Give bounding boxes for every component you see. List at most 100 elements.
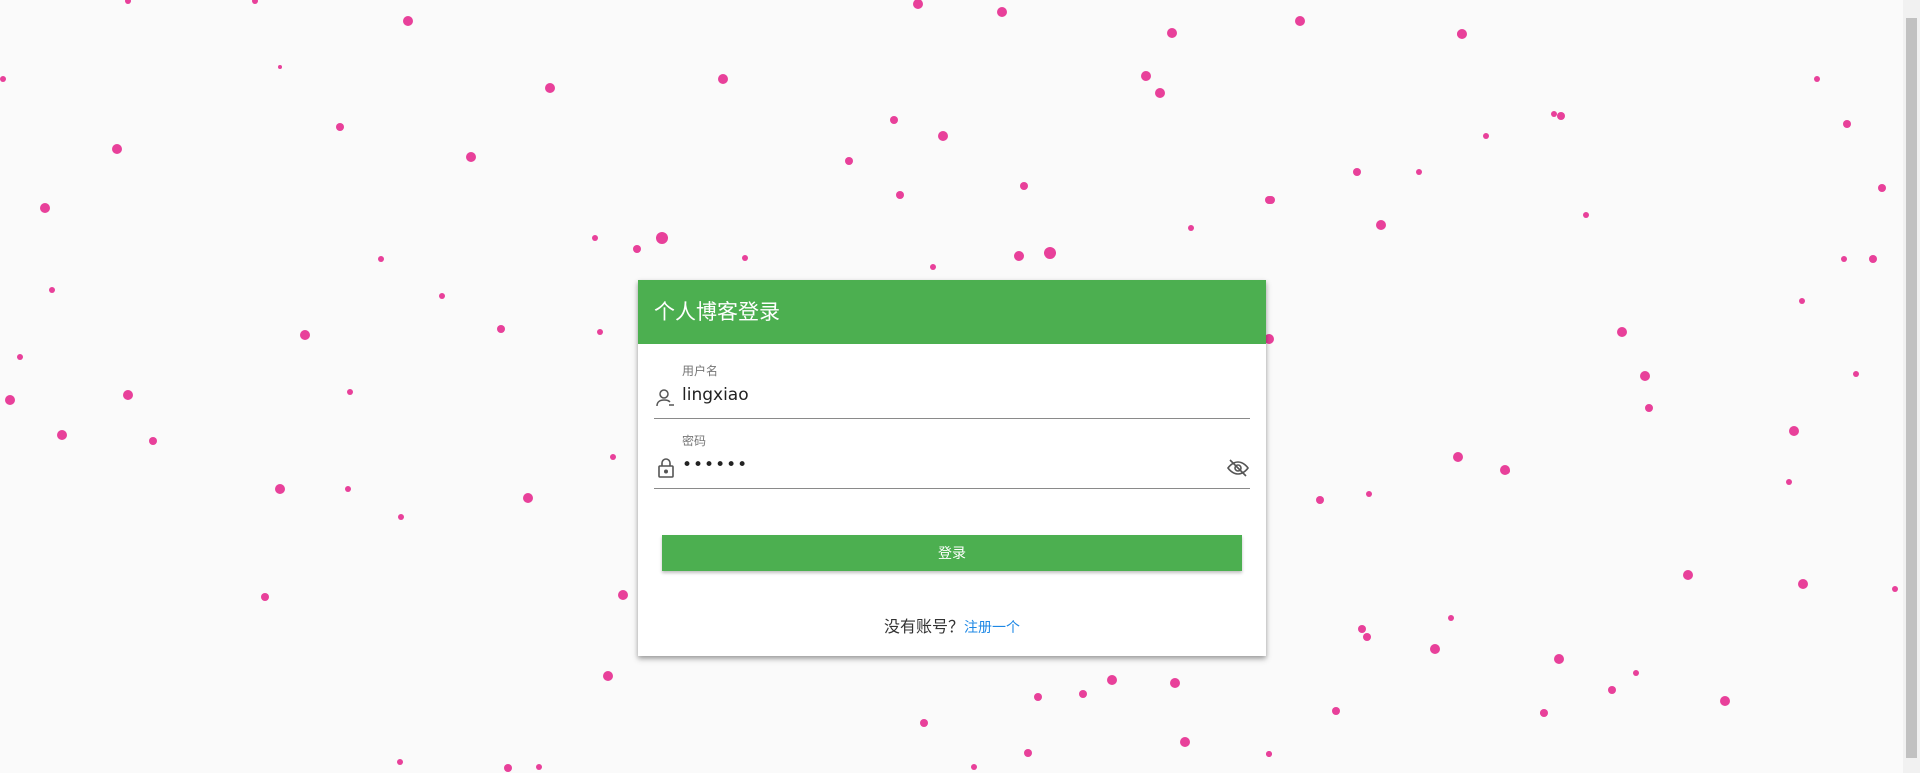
- particle-dot: [742, 255, 748, 261]
- particle-dot: [398, 514, 404, 520]
- particle-dot: [149, 437, 157, 445]
- particle-dot: [1430, 644, 1440, 654]
- particle-dot: [896, 191, 904, 199]
- particle-dot: [275, 484, 285, 494]
- particle-dot: [656, 232, 668, 244]
- username-field[interactable]: 用户名: [654, 362, 1250, 419]
- particle-dot: [466, 152, 476, 162]
- particle-dot: [930, 264, 936, 270]
- particle-dot: [1295, 16, 1305, 26]
- particle-dot: [1799, 298, 1805, 304]
- particle-dot: [1789, 426, 1799, 436]
- particle-dot: [1814, 76, 1820, 82]
- particle-dot: [1363, 633, 1371, 641]
- particle-dot: [1869, 255, 1877, 263]
- particle-dot: [545, 83, 555, 93]
- particle-dot: [123, 390, 133, 400]
- particle-dot: [1683, 570, 1693, 580]
- particle-dot: [278, 65, 282, 69]
- particle-dot: [618, 590, 628, 600]
- particle-dot: [1014, 251, 1024, 261]
- username-label: 用户名: [682, 364, 719, 378]
- no-account-text: 没有账号？: [883, 617, 964, 636]
- particle-dot: [1554, 654, 1564, 664]
- particle-dot: [1020, 182, 1028, 190]
- particle-dot: [403, 16, 413, 26]
- particle-dot: [845, 157, 853, 165]
- particle-dot: [1453, 452, 1463, 462]
- particle-dot: [1608, 686, 1616, 694]
- particle-dot: [40, 203, 50, 213]
- particle-dot: [1358, 625, 1366, 633]
- particle-dot: [261, 593, 269, 601]
- particle-dot: [1188, 225, 1194, 231]
- particle-dot: [1267, 196, 1275, 204]
- particle-dot: [1557, 112, 1565, 120]
- particle-dot: [1316, 496, 1324, 504]
- login-button[interactable]: 登录: [662, 535, 1242, 571]
- particle-dot: [1843, 120, 1851, 128]
- scrollbar-thumb[interactable]: [1906, 18, 1917, 758]
- register-row: 没有账号？注册一个: [638, 613, 1266, 637]
- particle-dot: [1892, 586, 1898, 592]
- particle-dot: [913, 0, 923, 9]
- particle-dot: [938, 131, 948, 141]
- eye-off-icon[interactable]: [1226, 456, 1250, 480]
- particle-dot: [1141, 71, 1151, 81]
- particle-dot: [523, 493, 533, 503]
- particle-dot: [971, 764, 977, 770]
- particle-dot: [57, 430, 67, 440]
- particle-dot: [603, 671, 613, 681]
- particle-dot: [592, 235, 598, 241]
- particle-dot: [1448, 615, 1454, 621]
- particle-dot: [1720, 696, 1730, 706]
- particle-dot: [49, 287, 55, 293]
- particle-dot: [1640, 371, 1650, 381]
- particle-dot: [610, 454, 616, 460]
- particle-dot: [1879, 185, 1885, 191]
- particle-dot: [112, 144, 122, 154]
- password-field[interactable]: 密码 ••••••: [654, 432, 1250, 489]
- particle-dot: [1416, 169, 1422, 175]
- particle-dot: [504, 764, 512, 772]
- scrollbar-track[interactable]: [1903, 0, 1920, 773]
- particle-dot: [1551, 111, 1557, 117]
- particle-dot: [252, 0, 258, 4]
- particle-dot: [1044, 247, 1056, 259]
- particle-dot: [1853, 371, 1859, 377]
- particle-dot: [1170, 678, 1180, 688]
- particle-dot: [1333, 708, 1339, 714]
- particle-dot: [1376, 220, 1386, 230]
- particle-dot: [1353, 168, 1361, 176]
- register-link[interactable]: 注册一个: [964, 620, 1020, 636]
- particle-dot: [1024, 749, 1032, 757]
- particle-dot: [345, 486, 351, 492]
- username-input[interactable]: [682, 385, 1202, 405]
- particle-dot: [1107, 675, 1117, 685]
- particle-dot: [1483, 133, 1489, 139]
- particle-dot: [1266, 751, 1272, 757]
- password-input[interactable]: ••••••: [682, 455, 1202, 475]
- login-title: 个人博客登录: [638, 280, 1266, 344]
- particle-dot: [1079, 690, 1087, 698]
- particle-dot: [890, 116, 898, 124]
- particle-dot: [1540, 710, 1546, 716]
- particle-dot: [1617, 327, 1627, 337]
- particle-dot: [347, 389, 353, 395]
- particle-dot: [439, 293, 445, 299]
- particle-dot: [1786, 479, 1792, 485]
- particle-dot: [300, 330, 310, 340]
- particle-dot: [597, 329, 603, 335]
- particle-dot: [1645, 404, 1653, 412]
- password-label: 密码: [682, 434, 707, 448]
- lock-icon: [654, 456, 678, 480]
- particle-dot: [397, 759, 403, 765]
- particle-dot: [1841, 256, 1847, 262]
- particle-dot: [1366, 491, 1372, 497]
- particle-dot: [497, 325, 505, 333]
- particle-dot: [1457, 30, 1465, 38]
- particle-dot: [5, 395, 15, 405]
- particle-dot: [1155, 88, 1165, 98]
- particle-dot: [920, 719, 928, 727]
- particle-dot: [1167, 28, 1177, 38]
